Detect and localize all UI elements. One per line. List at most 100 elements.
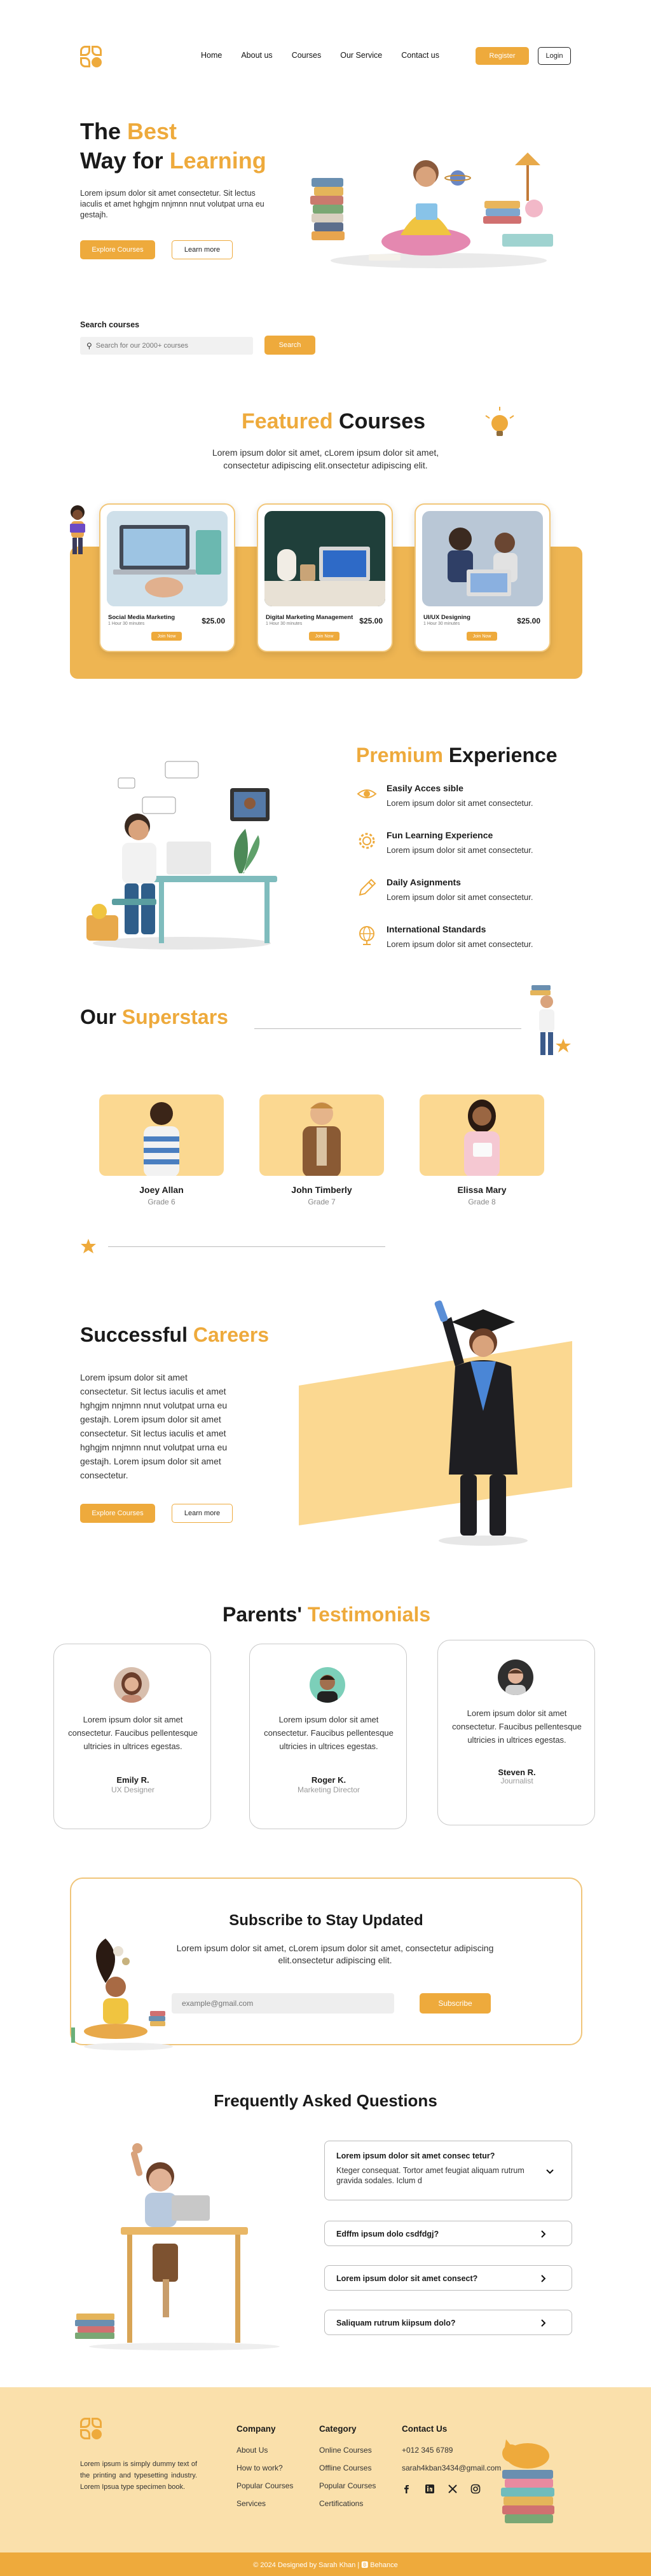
graduate-illustration bbox=[299, 1300, 572, 1546]
premium-title: Premium Experience bbox=[356, 744, 558, 767]
join-course-button[interactable]: Join Now bbox=[151, 632, 182, 641]
student-card[interactable] bbox=[99, 1094, 224, 1176]
course-name: Social Media Marketing bbox=[108, 614, 175, 621]
premium-title-accent: Premium bbox=[356, 744, 443, 767]
footer-link[interactable]: Online Courses bbox=[319, 2446, 372, 2455]
testimonials-title-accent: Testimonials bbox=[307, 1603, 431, 1626]
feature-description: Lorem ipsum dolor sit amet consectetur. bbox=[387, 892, 533, 902]
hero-text: Lorem ipsum dolor sit amet consectetur. … bbox=[80, 189, 264, 219]
student-card[interactable] bbox=[259, 1094, 384, 1176]
student-name: John Timberly bbox=[291, 1185, 352, 1195]
divider-line bbox=[254, 1028, 521, 1029]
explore-courses-button[interactable]: Explore Courses bbox=[80, 1504, 155, 1523]
testimonial-card: Lorem ipsum dolor sit amet consectetur. … bbox=[249, 1644, 407, 1829]
linkedin-icon[interactable] bbox=[425, 2484, 435, 2494]
explore-courses-button[interactable]: Explore Courses bbox=[80, 240, 155, 259]
faq-item[interactable]: Saliquam rutrum kiipsum dolo? bbox=[324, 2310, 572, 2335]
course-name: Digital Marketing Management bbox=[266, 614, 353, 621]
nav-link-about[interactable]: About us bbox=[241, 51, 272, 60]
footer-link[interactable]: Offline Courses bbox=[319, 2464, 371, 2472]
featured-title: Featured Courses bbox=[242, 409, 425, 434]
nav-link-home[interactable]: Home bbox=[201, 51, 222, 60]
footer: Lorem ipsum is simply dummy text of the … bbox=[0, 2387, 651, 2576]
faq-item[interactable]: Lorem ipsum dolor sit amet consect? bbox=[324, 2265, 572, 2291]
nav-link-service[interactable]: Our Service bbox=[340, 51, 382, 60]
footer-link[interactable]: Popular Courses bbox=[319, 2481, 376, 2490]
faq-item[interactable]: Edffm ipsum dolo csdfdgj? bbox=[324, 2221, 572, 2246]
footer-email[interactable]: sarah4kban3434@gmail.com bbox=[402, 2464, 501, 2472]
avatar bbox=[498, 1659, 533, 1695]
course-duration: 1 Hour 30 minutes bbox=[423, 622, 460, 626]
lightbulb-icon bbox=[485, 407, 514, 436]
superstars-title-text: Our bbox=[80, 1005, 122, 1028]
footer-contact-title: Contact Us bbox=[402, 2424, 448, 2434]
testimonials-title-text: Parents' bbox=[223, 1603, 308, 1626]
course-card[interactable]: Digital Marketing Management 1 Hour 30 m… bbox=[257, 503, 393, 652]
top-nav: Home About us Courses Our Service Contac… bbox=[0, 38, 651, 76]
course-image bbox=[264, 511, 385, 606]
search-input[interactable] bbox=[95, 342, 242, 350]
logo-shape bbox=[80, 57, 90, 67]
careers-title-accent: Careers bbox=[193, 1323, 270, 1346]
logo[interactable] bbox=[80, 46, 103, 69]
chevron-down-icon[interactable] bbox=[545, 2167, 555, 2177]
course-card[interactable]: UI/UX Designing 1 Hour 30 minutes $25.00… bbox=[415, 503, 551, 652]
student-grade: Grade 6 bbox=[147, 1197, 175, 1206]
nav-link-contact[interactable]: Contact us bbox=[401, 51, 439, 60]
register-button[interactable]: Register bbox=[476, 47, 529, 65]
student-grade: Grade 8 bbox=[468, 1197, 496, 1206]
nav-link-courses[interactable]: Courses bbox=[292, 51, 322, 60]
testimonial-text: Lorem ipsum dolor sit amet consectetur. … bbox=[452, 1708, 582, 1745]
feature-title: Fun Learning Experience bbox=[387, 830, 493, 840]
chevron-right-icon[interactable] bbox=[538, 2273, 549, 2284]
testimonial-text: Lorem ipsum dolor sit amet consectetur. … bbox=[264, 1715, 394, 1751]
avatar bbox=[114, 1667, 149, 1703]
footer-phone[interactable]: +012 345 6789 bbox=[402, 2446, 453, 2455]
student-name: Joey Allan bbox=[139, 1185, 184, 1195]
faq-title: Frequently Asked Questions bbox=[214, 2091, 437, 2110]
featured-title-text: Courses bbox=[332, 409, 426, 433]
footer-link[interactable]: How to work? bbox=[236, 2464, 283, 2472]
course-card[interactable]: Social Media Marketing 1 Hour 30 minutes… bbox=[99, 503, 235, 652]
join-course-button[interactable]: Join Now bbox=[309, 632, 339, 641]
footer-link[interactable]: About Us bbox=[236, 2446, 268, 2455]
join-course-button[interactable]: Join Now bbox=[467, 632, 497, 641]
footer-logo[interactable] bbox=[80, 2418, 103, 2441]
x-icon[interactable] bbox=[448, 2484, 458, 2494]
feature-title: International Standards bbox=[387, 924, 486, 934]
chevron-right-icon[interactable] bbox=[538, 2318, 549, 2328]
testimonial-card: Lorem ipsum dolor sit amet consectetur. … bbox=[53, 1644, 211, 1829]
logo-shape bbox=[80, 2429, 90, 2439]
student-card[interactable] bbox=[420, 1094, 544, 1176]
premium-title-text: Experience bbox=[442, 744, 558, 767]
course-photo-desk bbox=[264, 511, 385, 606]
logo-shape bbox=[92, 57, 102, 67]
hero-illustration bbox=[310, 153, 553, 268]
faq-item-open[interactable]: Lorem ipsum dolor sit amet consec tetur?… bbox=[324, 2141, 572, 2200]
logo-shape bbox=[80, 2418, 90, 2428]
featured-title-accent: Featured bbox=[242, 409, 333, 433]
learn-more-button[interactable]: Learn more bbox=[172, 1504, 233, 1523]
course-name: UI/UX Designing bbox=[423, 614, 470, 621]
footer-link[interactable]: Services bbox=[236, 2499, 266, 2508]
feature-item: International Standards Lorem ipsum dolo… bbox=[356, 924, 559, 952]
testimonial-name: Emily R. bbox=[116, 1775, 149, 1785]
facebook-icon[interactable] bbox=[402, 2484, 412, 2494]
login-button[interactable]: Login bbox=[538, 47, 571, 65]
footer-link[interactable]: Popular Courses bbox=[236, 2481, 293, 2490]
learn-more-button[interactable]: Learn more bbox=[172, 240, 233, 259]
subscribe-button[interactable]: Subscribe bbox=[420, 1993, 491, 2014]
chevron-right-icon[interactable] bbox=[538, 2229, 549, 2239]
careers-title: Successful Careers bbox=[80, 1323, 269, 1347]
email-field[interactable] bbox=[172, 1993, 394, 2014]
globe-icon bbox=[359, 926, 374, 945]
divider-line bbox=[108, 1246, 385, 1247]
testimonial-card: Lorem ipsum dolor sit amet consectetur. … bbox=[437, 1640, 595, 1825]
course-image bbox=[422, 511, 543, 606]
student-grade: Grade 7 bbox=[308, 1197, 336, 1206]
search-button[interactable]: Search bbox=[264, 336, 315, 355]
instagram-icon[interactable] bbox=[470, 2484, 481, 2494]
feature-item: Daily Asignments Lorem ipsum dolor sit a… bbox=[356, 877, 559, 905]
testimonial-role: Marketing Director bbox=[297, 1785, 360, 1794]
footer-link[interactable]: Certifications bbox=[319, 2499, 363, 2508]
